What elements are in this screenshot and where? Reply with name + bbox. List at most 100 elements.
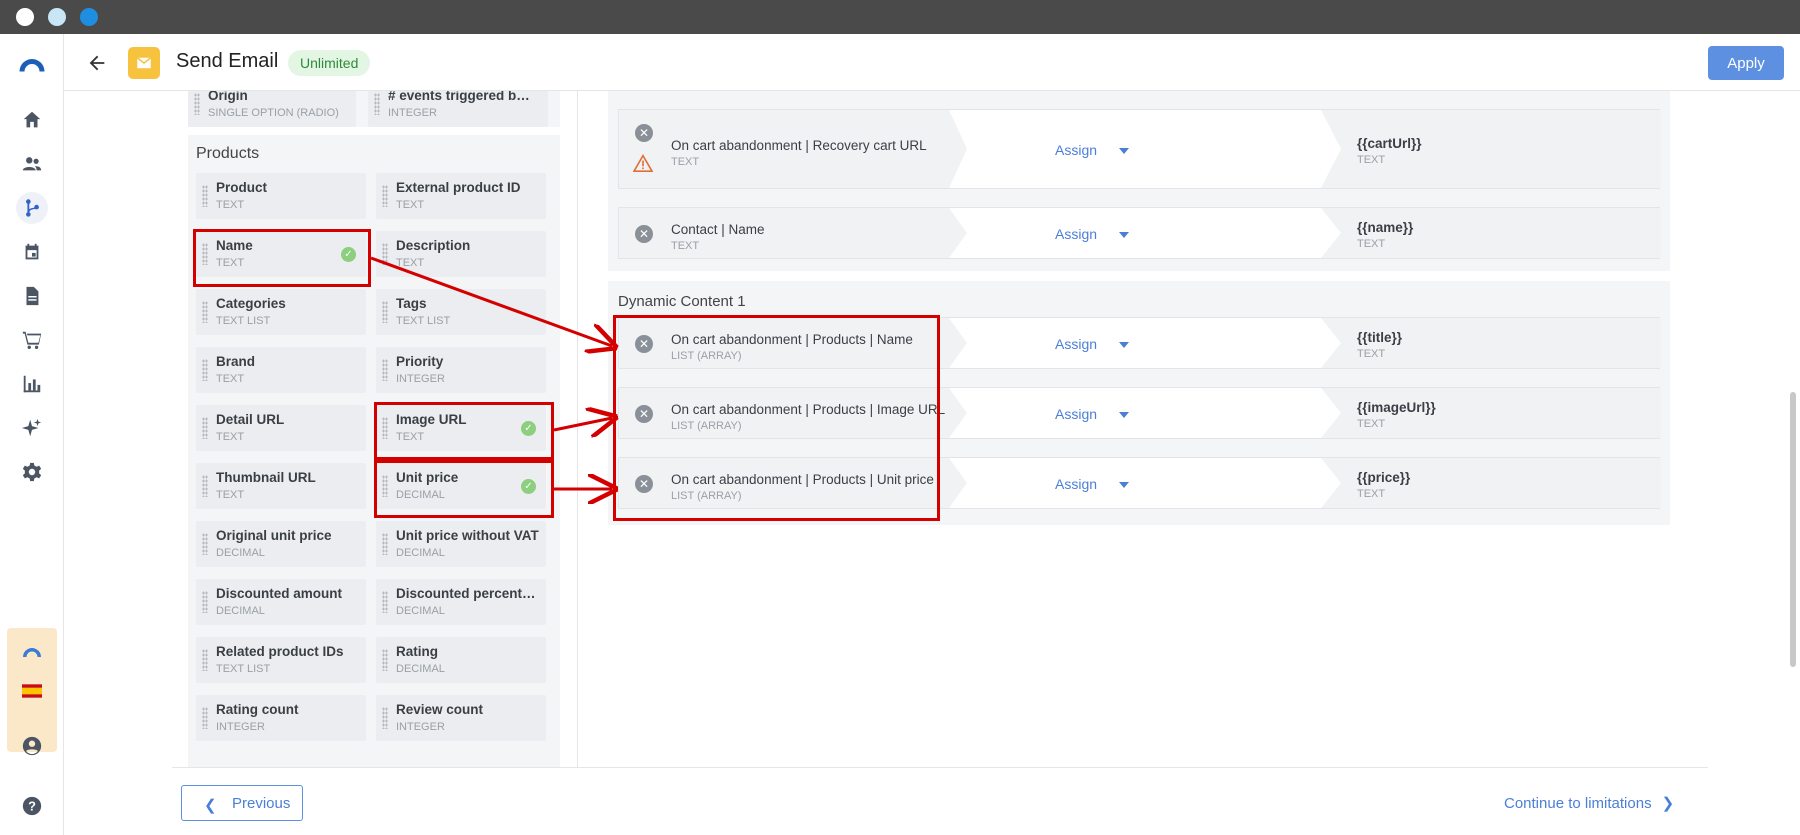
field-type: TEXT	[216, 199, 245, 211]
sidebar: ?	[0, 34, 64, 835]
action-select[interactable]: Assign	[949, 458, 1294, 508]
drag-handle-icon[interactable]	[202, 417, 208, 439]
field-chip[interactable]: Priority INTEGER	[376, 347, 546, 393]
previous-button[interactable]: ❮ Previous	[181, 785, 303, 821]
drag-handle-icon[interactable]	[382, 533, 388, 555]
unlimited-badge: Unlimited	[288, 50, 371, 76]
field-chip[interactable]: Description TEXT	[376, 231, 546, 277]
target-type: TEXT	[1357, 238, 1386, 250]
action-select[interactable]: Assign	[949, 110, 1294, 188]
field-chip[interactable]: Discounted amount DECIMAL	[196, 579, 366, 625]
source-field: ✕ On cart abandonment | Recovery cart UR…	[619, 110, 949, 188]
window-minimize-button[interactable]	[48, 8, 66, 26]
help-icon[interactable]: ?	[16, 790, 48, 822]
drag-handle-icon[interactable]	[202, 533, 208, 555]
field-chip[interactable]: External product ID TEXT	[376, 173, 546, 219]
sparkle-icon[interactable]	[16, 412, 48, 444]
drag-handle-icon[interactable]	[202, 591, 208, 613]
field-chip[interactable]: Review count INTEGER	[376, 695, 546, 741]
field-chip[interactable]: Original unit price DECIMAL	[196, 521, 366, 567]
chevron-down-icon[interactable]	[1119, 482, 1129, 488]
calendar-icon[interactable]	[16, 236, 48, 268]
assign-label[interactable]: Assign	[1055, 476, 1097, 492]
drag-handle-icon[interactable]	[382, 301, 388, 323]
remove-icon[interactable]: ✕	[635, 225, 653, 243]
dynamic-content-title: Dynamic Content 1	[618, 293, 746, 310]
action-select[interactable]: Assign	[949, 388, 1294, 438]
field-name: Origin	[208, 91, 248, 103]
chevron-down-icon[interactable]	[1119, 342, 1129, 348]
home-icon[interactable]	[16, 104, 48, 136]
drag-handle-icon[interactable]	[202, 649, 208, 671]
drag-handle-icon[interactable]	[382, 649, 388, 671]
logo-icon[interactable]	[16, 48, 48, 80]
continue-link[interactable]: Continue to limitations ❯	[1504, 794, 1674, 812]
field-chip[interactable]: Categories TEXT LIST	[196, 289, 366, 335]
action-select[interactable]: Assign	[949, 318, 1294, 368]
field-type: TEXT LIST	[216, 663, 271, 675]
drag-handle-icon[interactable]	[202, 359, 208, 381]
chevron-down-icon[interactable]	[1119, 412, 1129, 418]
back-arrow-icon[interactable]	[84, 50, 110, 76]
mapping-group: ✕ On cart abandonment | Recovery cart UR…	[608, 91, 1670, 271]
field-name: Unit price without VAT	[396, 528, 539, 543]
cart-icon[interactable]	[16, 324, 48, 356]
target-field: {{title}} TEXT	[1321, 318, 1661, 368]
field-chip[interactable]: Unit price without VAT DECIMAL	[376, 521, 546, 567]
apply-button[interactable]: Apply	[1708, 46, 1784, 80]
field-type: TEXT	[396, 199, 425, 211]
field-chip[interactable]: Rating count INTEGER	[196, 695, 366, 741]
window-maximize-button[interactable]	[80, 8, 98, 26]
footer: ❮ Previous Continue to limitations ❯	[172, 767, 1708, 835]
previous-label: Previous	[232, 795, 291, 812]
contacts-icon[interactable]	[16, 148, 48, 180]
remove-icon[interactable]: ✕	[635, 124, 653, 142]
assign-label[interactable]: Assign	[1055, 336, 1097, 352]
group-title: Products	[196, 145, 260, 162]
field-chip[interactable]: Brand TEXT	[196, 347, 366, 393]
drag-handle-icon[interactable]	[202, 185, 208, 207]
automation-icon[interactable]	[16, 192, 48, 224]
drag-handle-icon[interactable]	[194, 93, 200, 115]
field-chip[interactable]: Product TEXT	[196, 173, 366, 219]
field-type: DECIMAL	[396, 547, 445, 559]
field-name: Related product IDs	[216, 644, 344, 659]
chevron-down-icon[interactable]	[1119, 148, 1129, 154]
field-type: SINGLE OPTION (RADIO)	[208, 107, 339, 119]
drag-handle-icon[interactable]	[382, 359, 388, 381]
assign-label[interactable]: Assign	[1055, 406, 1097, 422]
assign-label[interactable]: Assign	[1055, 226, 1097, 242]
window-titlebar	[0, 0, 1800, 34]
field-chip[interactable]: Discounted percentage DECIMAL	[376, 579, 546, 625]
drag-handle-icon[interactable]	[202, 301, 208, 323]
continue-label[interactable]: Continue to limitations	[1504, 795, 1652, 812]
field-chip[interactable]: Detail URL TEXT	[196, 405, 366, 451]
action-select[interactable]: Assign	[949, 208, 1294, 258]
field-chip[interactable]: Rating DECIMAL	[376, 637, 546, 683]
warning-icon	[633, 154, 653, 172]
user-icon[interactable]	[16, 730, 48, 762]
drag-handle-icon[interactable]	[202, 707, 208, 729]
drag-handle-icon[interactable]	[202, 475, 208, 497]
document-icon[interactable]	[16, 280, 48, 312]
field-chip[interactable]: Origin SINGLE OPTION (RADIO)	[188, 91, 356, 127]
field-chip[interactable]: # events triggered by t... INTEGER	[368, 91, 548, 127]
field-chip[interactable]: Thumbnail URL TEXT	[196, 463, 366, 509]
window-close-button[interactable]	[16, 8, 34, 26]
target-name: {{price}}	[1357, 470, 1411, 485]
field-chip[interactable]: Related product IDs TEXT LIST	[196, 637, 366, 683]
field-chip[interactable]: Tags TEXT LIST	[376, 289, 546, 335]
field-name: # events triggered by t...	[388, 91, 534, 103]
highlight-box	[613, 315, 940, 521]
drag-handle-icon[interactable]	[382, 707, 388, 729]
drag-handle-icon[interactable]	[374, 93, 380, 115]
analytics-icon[interactable]	[16, 368, 48, 400]
assign-label[interactable]: Assign	[1055, 142, 1097, 158]
drag-handle-icon[interactable]	[382, 243, 388, 265]
chevron-down-icon[interactable]	[1119, 232, 1129, 238]
field-name: Discounted percentage	[396, 586, 542, 601]
scrollbar[interactable]	[1790, 392, 1796, 667]
settings-icon[interactable]	[16, 456, 48, 488]
drag-handle-icon[interactable]	[382, 185, 388, 207]
drag-handle-icon[interactable]	[382, 591, 388, 613]
